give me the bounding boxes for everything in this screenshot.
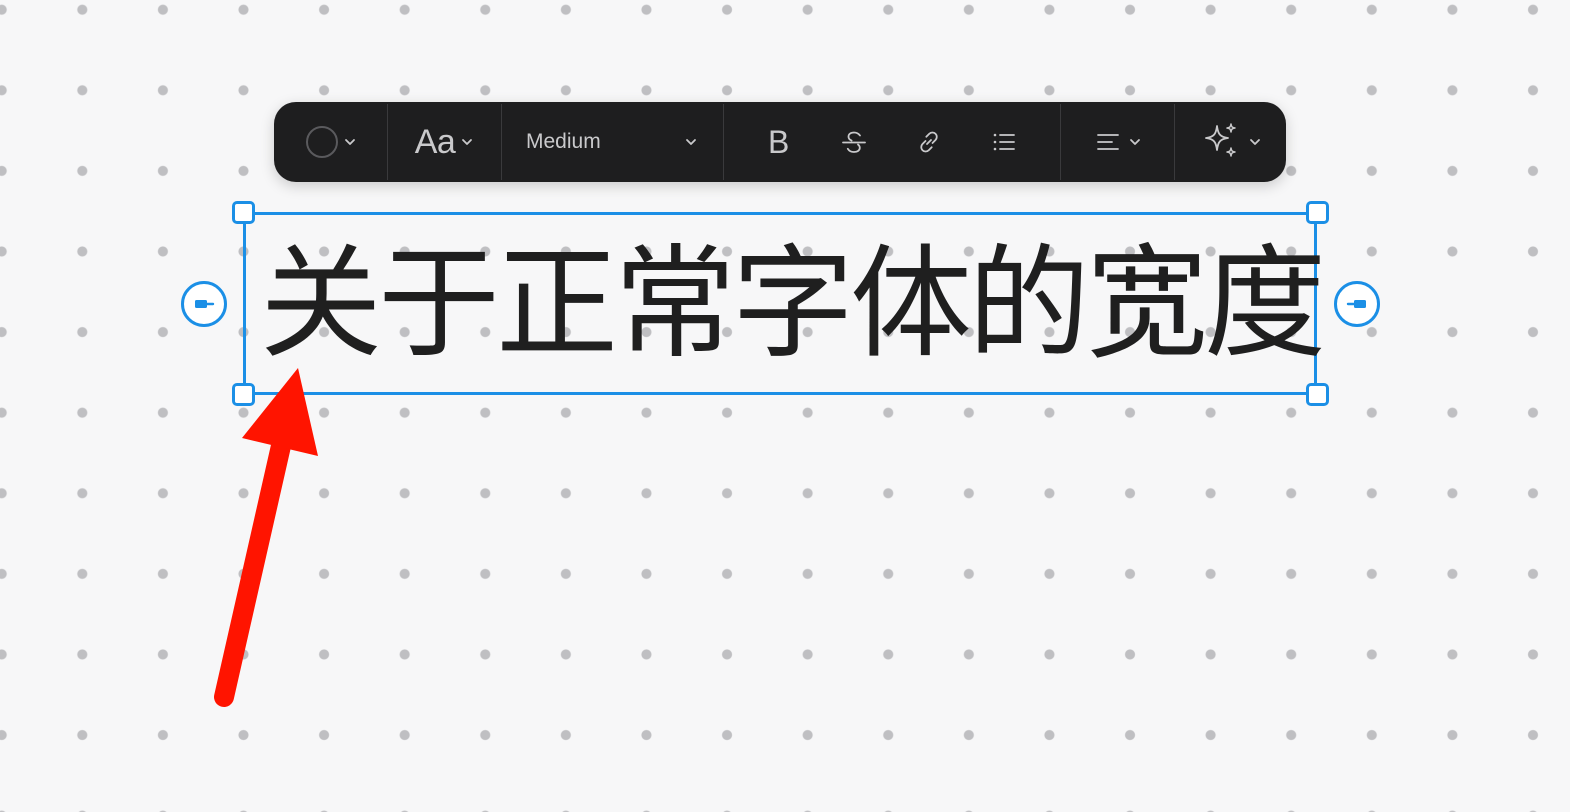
toolbar-group-format: B	[723, 102, 1060, 182]
toolbar-group-align	[1060, 102, 1174, 182]
chevron-down-icon	[462, 139, 473, 145]
resize-handle-bottom-right[interactable]	[1306, 383, 1329, 406]
align-left-icon	[1097, 134, 1119, 150]
resize-handle-bottom-left[interactable]	[232, 383, 255, 406]
resize-handle-top-left[interactable]	[232, 201, 255, 224]
chevron-down-icon	[1130, 139, 1140, 145]
resize-width-icon	[1346, 300, 1366, 308]
strikethrough-icon	[841, 131, 866, 153]
toolbar-group-ai	[1174, 102, 1286, 182]
circle-outline-icon	[305, 126, 338, 158]
font-weight-dropdown[interactable]: Medium	[501, 102, 723, 182]
link-icon	[920, 131, 938, 153]
chevron-down-icon	[686, 139, 696, 145]
bold-button[interactable]: B	[759, 114, 799, 170]
sparkles-icon	[1205, 123, 1236, 157]
font-weight-label: Medium	[526, 130, 601, 153]
text-align-button[interactable]	[1093, 114, 1141, 170]
bulleted-list-button[interactable]	[984, 114, 1024, 170]
chevron-down-icon	[1250, 139, 1260, 145]
text-format-toolbar: Aa Medium B	[274, 102, 1286, 182]
strikethrough-button[interactable]	[834, 114, 874, 170]
selected-text-element[interactable]: 关于正常字体的宽度	[243, 212, 1326, 395]
list-icon	[994, 133, 1016, 151]
text-element-content[interactable]: 关于正常字体的宽度	[260, 229, 1326, 379]
whiteboard-canvas[interactable]: Aa Medium B 关于正常字体的宽度	[0, 0, 1570, 812]
link-button[interactable]	[909, 114, 949, 170]
width-handle-right[interactable]	[1334, 281, 1380, 327]
width-handle-left[interactable]	[181, 281, 227, 327]
toolbar-group-font: Aa	[387, 102, 501, 182]
ai-assist-button[interactable]	[1199, 114, 1261, 170]
chevron-down-icon	[344, 139, 355, 145]
resize-handle-top-right[interactable]	[1306, 201, 1329, 224]
resize-width-icon	[195, 300, 215, 308]
toolbar-group-color	[274, 102, 387, 182]
font-family-button[interactable]: Aa	[415, 114, 474, 170]
bold-icon: B	[767, 123, 790, 160]
text-color-button[interactable]	[305, 114, 356, 170]
font-family-label: Aa	[414, 122, 456, 161]
